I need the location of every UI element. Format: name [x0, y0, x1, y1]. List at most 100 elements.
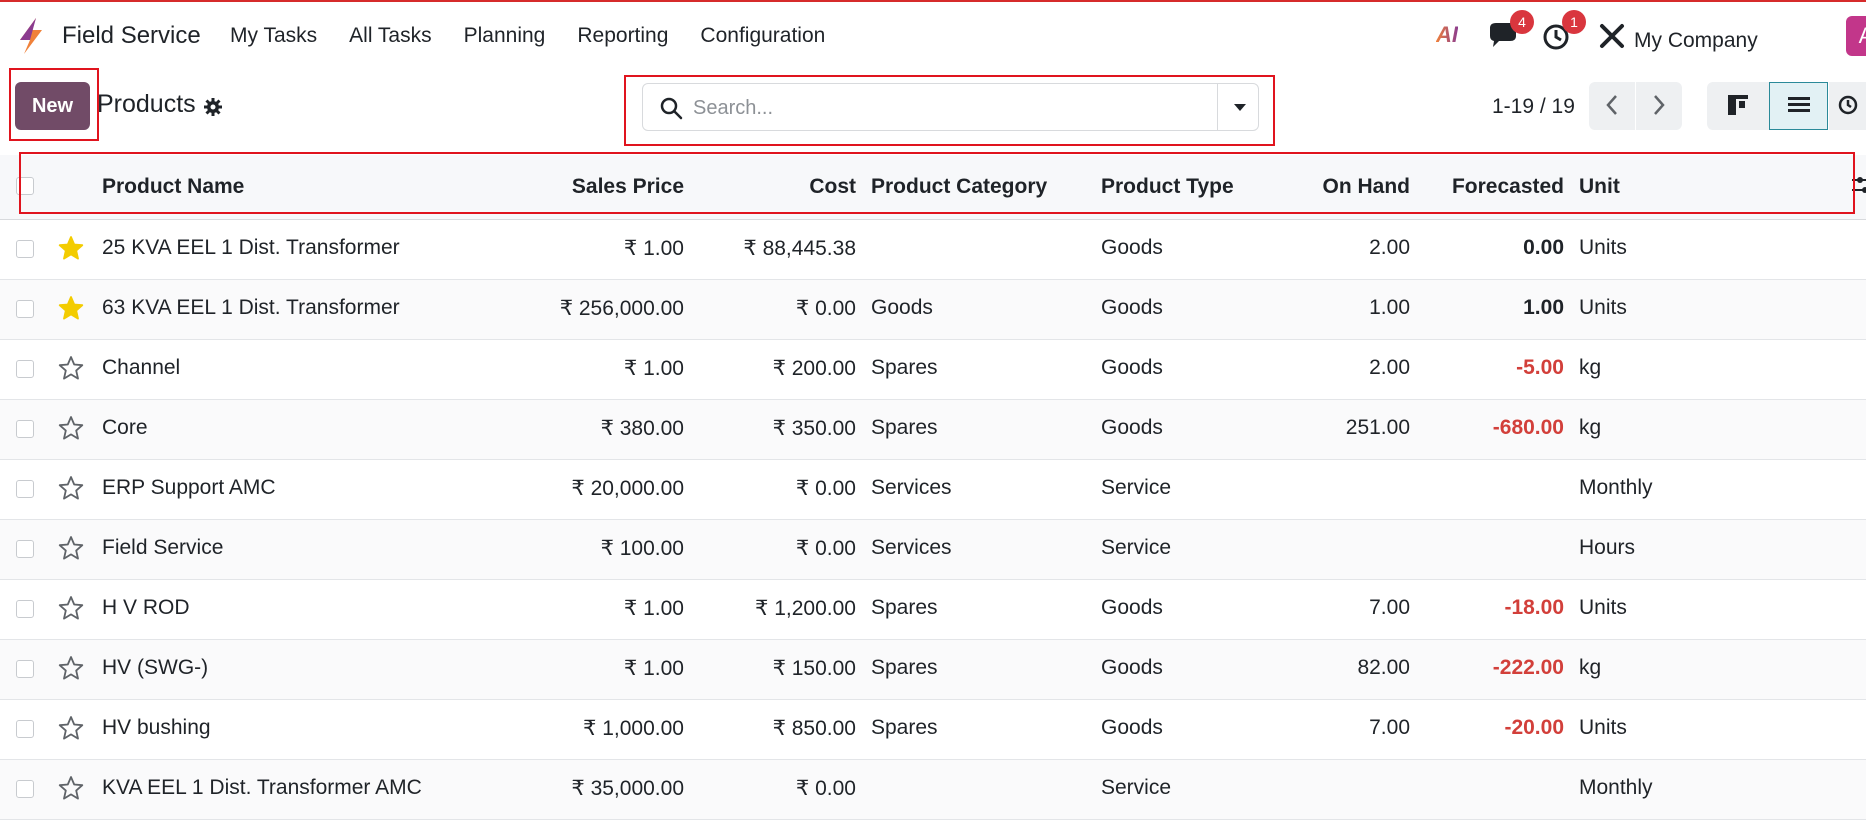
row-checkbox[interactable]	[16, 480, 34, 498]
kanban-view-button[interactable]	[1707, 82, 1769, 130]
star-outline-icon[interactable]	[58, 655, 84, 681]
table-row[interactable]: HV bushing ₹ 1,000.00 ₹ 850.00 Spares Goods 7…	[0, 700, 1866, 760]
menu-configuration[interactable]: Configuration	[700, 24, 825, 48]
sales-price: ₹ 1.00	[623, 237, 684, 260]
star-outline-icon[interactable]	[58, 715, 84, 741]
select-all-checkbox[interactable]	[16, 177, 34, 195]
col-sales-price[interactable]: Sales Price	[500, 175, 684, 199]
unit: Monthly	[1579, 776, 1653, 799]
forecasted: -680.00	[1492, 416, 1564, 439]
unit: Units	[1579, 716, 1627, 739]
user-avatar[interactable]: A	[1846, 16, 1866, 56]
debug-tools-icon[interactable]	[1594, 18, 1630, 54]
pager-next-button[interactable]	[1636, 82, 1682, 130]
optional-columns-icon[interactable]	[1850, 174, 1866, 198]
product-name[interactable]: Field Service	[102, 536, 223, 560]
product-name[interactable]: 25 KVA EEL 1 Dist. Transformer	[102, 236, 400, 260]
star-filled-icon[interactable]	[58, 235, 84, 261]
table-row[interactable]: Field Service ₹ 100.00 ₹ 0.00 Services Servi…	[0, 520, 1866, 580]
list-view-button[interactable]	[1769, 82, 1828, 130]
product-name[interactable]: Core	[102, 416, 148, 440]
star-outline-icon[interactable]	[58, 775, 84, 801]
on-hand: 2.00	[1369, 356, 1410, 379]
gear-icon[interactable]	[203, 97, 223, 117]
star-outline-icon[interactable]	[58, 355, 84, 381]
row-checkbox[interactable]	[16, 600, 34, 618]
col-unit[interactable]: Unit	[1579, 175, 1620, 199]
col-product-name[interactable]: Product Name	[102, 175, 244, 199]
menu-reporting[interactable]: Reporting	[577, 24, 668, 48]
new-button[interactable]: New	[15, 82, 90, 130]
table-row[interactable]: ERP Support AMC ₹ 20,000.00 ₹ 0.00 Services…	[0, 460, 1866, 520]
star-outline-icon[interactable]	[58, 595, 84, 621]
on-hand: 7.00	[1369, 596, 1410, 619]
row-checkbox[interactable]	[16, 660, 34, 678]
on-hand: 7.00	[1369, 716, 1410, 739]
product-category: Spares	[871, 716, 938, 739]
table-row[interactable]: KVA EEL 1 Dist. Transformer AMC ₹ 35,000.…	[0, 760, 1866, 820]
row-checkbox[interactable]	[16, 780, 34, 798]
col-on-hand[interactable]: On Hand	[1250, 175, 1411, 199]
cost: ₹ 150.00	[772, 657, 856, 680]
table-row[interactable]: Core ₹ 380.00 ₹ 350.00 Spares Goods 251.00 -68…	[0, 400, 1866, 460]
menu-my-tasks[interactable]: My Tasks	[230, 24, 317, 48]
product-name[interactable]: HV (SWG-)	[102, 656, 208, 680]
pager-previous-button[interactable]	[1589, 82, 1635, 130]
unit: kg	[1579, 416, 1602, 439]
col-product-category[interactable]: Product Category	[871, 175, 1047, 199]
product-name[interactable]: H V ROD	[102, 596, 190, 620]
menu-all-tasks[interactable]: All Tasks	[349, 24, 431, 48]
field-service-logo-icon[interactable]	[14, 16, 48, 56]
app-name[interactable]: Field Service	[62, 22, 201, 50]
activity-view-button[interactable]	[1829, 82, 1866, 130]
table-row[interactable]: 63 KVA EEL 1 Dist. Transformer ₹ 256,000.…	[0, 280, 1866, 340]
company-switcher[interactable]: My Company	[1634, 29, 1758, 53]
product-name[interactable]: HV bushing	[102, 716, 211, 740]
table-row[interactable]: HV (SWG-) ₹ 1.00 ₹ 150.00 Spares Goods 82.00 -…	[0, 640, 1866, 700]
forecasted: 0.00	[1523, 236, 1564, 259]
ai-label: AI	[1436, 22, 1458, 47]
navbar-right: AI 4 1 My Company A	[1436, 10, 1866, 62]
product-type: Service	[1101, 536, 1172, 559]
kanban-icon	[1728, 94, 1748, 115]
product-name[interactable]: Channel	[102, 356, 180, 380]
product-type: Goods	[1101, 236, 1163, 259]
row-checkbox[interactable]	[16, 300, 34, 318]
star-outline-icon[interactable]	[58, 475, 84, 501]
cost: ₹ 850.00	[772, 717, 856, 740]
cost: ₹ 350.00	[772, 417, 856, 440]
row-checkbox[interactable]	[16, 720, 34, 738]
product-name[interactable]: 63 KVA EEL 1 Dist. Transformer	[102, 296, 400, 320]
table-row[interactable]: H V ROD ₹ 1.00 ₹ 1,200.00 Spares Goods 7.00 -1…	[0, 580, 1866, 640]
col-cost[interactable]: Cost	[700, 175, 856, 199]
col-product-type[interactable]: Product Type	[1101, 175, 1234, 199]
product-type: Goods	[1101, 416, 1163, 439]
product-category: Spares	[871, 656, 938, 679]
product-name[interactable]: ERP Support AMC	[102, 476, 276, 500]
ai-icon[interactable]: AI	[1436, 22, 1476, 58]
row-checkbox[interactable]	[16, 540, 34, 558]
menu-planning[interactable]: Planning	[464, 24, 546, 48]
product-type: Goods	[1101, 356, 1163, 379]
star-filled-icon[interactable]	[58, 295, 84, 321]
list-icon	[1787, 96, 1810, 112]
cost: ₹ 0.00	[795, 777, 856, 800]
search-bar	[642, 83, 1259, 131]
row-checkbox[interactable]	[16, 420, 34, 438]
product-name[interactable]: KVA EEL 1 Dist. Transformer AMC	[102, 776, 422, 800]
table-row[interactable]: 25 KVA EEL 1 Dist. Transformer ₹ 1.00 ₹ 88…	[0, 220, 1866, 280]
star-outline-icon[interactable]	[58, 415, 84, 441]
forecasted: -20.00	[1504, 716, 1564, 739]
unit: Units	[1579, 236, 1627, 259]
table-row[interactable]: Channel ₹ 1.00 ₹ 200.00 Spares Goods 2.00 -5.0…	[0, 340, 1866, 400]
pager-value[interactable]: 1-19 / 19	[1492, 95, 1575, 119]
product-category: Services	[871, 476, 952, 499]
star-outline-icon[interactable]	[58, 535, 84, 561]
search-input[interactable]	[691, 90, 1195, 126]
search-options-caret-icon[interactable]	[1232, 101, 1248, 113]
on-hand: 1.00	[1369, 296, 1410, 319]
col-forecasted[interactable]: Forecasted	[1400, 175, 1564, 199]
row-checkbox[interactable]	[16, 240, 34, 258]
row-checkbox[interactable]	[16, 360, 34, 378]
breadcrumb: Products	[97, 90, 196, 118]
